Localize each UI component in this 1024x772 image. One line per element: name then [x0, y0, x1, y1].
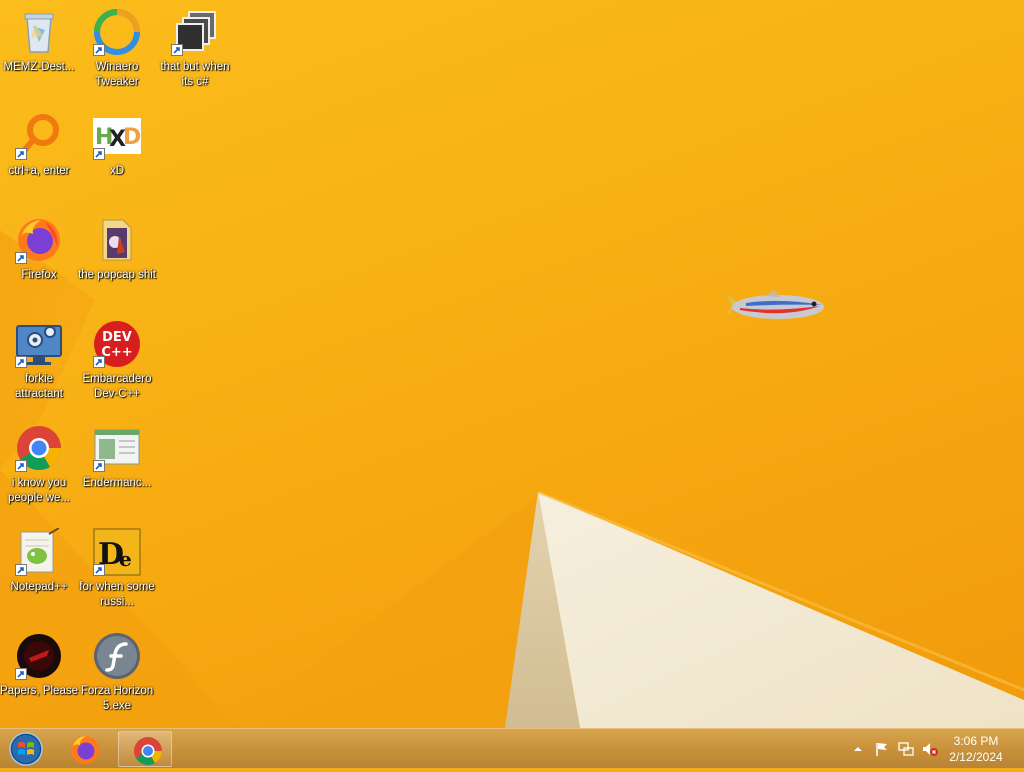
icon-label: ctrl+a, enter [8, 165, 70, 177]
svg-text:DEV: DEV [102, 330, 132, 345]
taskbar-app-firefox[interactable] [58, 731, 112, 767]
shortcut-arrow-icon [15, 564, 27, 576]
desktop-icon-firefox[interactable]: Firefox [0, 216, 78, 283]
neon-tetra-fish [726, 290, 824, 319]
icon-label: the popcap shit [78, 269, 157, 281]
svg-text:C++: C++ [101, 345, 132, 360]
firefox-icon [15, 216, 63, 264]
icon-label: Winaero Tweaker [95, 61, 139, 88]
icon-label: Notepad++ [10, 581, 68, 593]
shortcut-arrow-icon [15, 356, 27, 368]
desktop-icon-forkie-attractant[interactable]: forkie attractant [0, 320, 78, 402]
desktop[interactable]: MEMZ-Dest... ctrl+a, enter Firefox forki… [0, 0, 1024, 728]
desktop-icon-winaero-tweaker[interactable]: Winaero Tweaker [78, 8, 156, 90]
desktop-icon-endermanc[interactable]: Endermanc... [78, 424, 156, 491]
shortcut-arrow-icon [171, 44, 183, 56]
icon-label: Endermanc... [82, 477, 152, 489]
chrome-icon [134, 737, 162, 765]
winaero-tweaker-icon [93, 8, 141, 56]
taskbar-app-chrome[interactable] [118, 731, 172, 767]
shortcut-arrow-icon [15, 460, 27, 472]
desktop-icon-ctrl-a-enter[interactable]: ctrl+a, enter [0, 112, 78, 179]
show-hidden-icons-icon[interactable] [850, 741, 866, 757]
notepad-plus-plus-icon [15, 527, 63, 576]
icon-label: forkie attractant [15, 373, 63, 400]
desktop-icon-that-but-when-its-csharp[interactable]: that but when its c# [156, 8, 234, 90]
shortcut-arrow-icon [93, 148, 105, 160]
icon-label: Forza Horizon 5.exe [80, 685, 154, 712]
papers-please-icon [15, 632, 63, 680]
clock-date: 2/12/2024 [949, 750, 1003, 764]
icon-label: for when some russi... [79, 581, 155, 608]
icon-label: MEMZ-Dest... [3, 61, 75, 73]
hxd-icon: H X D [93, 112, 141, 160]
shortcut-arrow-icon [93, 460, 105, 472]
shortcut-arrow-icon [15, 668, 27, 680]
monitor-gear-icon [15, 320, 63, 368]
desktop-icon-for-when-some-russi[interactable]: D e for when some russi... [78, 528, 156, 610]
flash-player-icon [93, 632, 141, 680]
firefox-icon [71, 736, 99, 764]
windows-orb-icon [9, 732, 43, 766]
icon-label: Firefox [21, 269, 57, 281]
icon-label: that but when its c# [160, 61, 230, 88]
recycle-bin-icon [15, 8, 63, 56]
chrome-icon [15, 424, 63, 472]
desktop-icon-embarcadero-devcpp[interactable]: DEV C++ Embarcadero Dev-C++ [78, 320, 156, 402]
desktop-icon-recycle-bin[interactable]: MEMZ-Dest... [0, 8, 78, 75]
desktop-icon-xd[interactable]: H X D xD [78, 112, 156, 179]
volume-muted-icon[interactable] [922, 741, 938, 757]
desktop-icon-notepad-plus-plus[interactable]: Notepad++ [0, 527, 78, 595]
svg-text:e: e [119, 547, 132, 571]
shortcut-arrow-icon [93, 564, 105, 576]
devcpp-icon: DEV C++ [93, 320, 141, 368]
folder-icon [93, 216, 141, 264]
window-app-icon [93, 424, 141, 472]
taskbar-clock[interactable]: 3:06 PM 2/12/2024 [944, 733, 1008, 765]
shortcut-arrow-icon [15, 148, 27, 160]
action-center-flag-icon[interactable] [874, 741, 890, 757]
start-button[interactable] [6, 731, 46, 767]
shortcut-arrow-icon [93, 356, 105, 368]
icon-label: xD [109, 165, 125, 177]
svg-text:D: D [123, 125, 141, 150]
desktop-icon-forza-horizon-5[interactable]: Forza Horizon 5.exe [78, 632, 156, 714]
icon-label: Embarcadero Dev-C++ [82, 373, 152, 400]
icon-label: i know you people we... [7, 477, 70, 504]
icon-label: Papers, Please [0, 685, 78, 697]
desktop-icon-papers-please[interactable]: Papers, Please [0, 632, 78, 699]
stacked-windows-icon [171, 8, 219, 56]
orange-ring-icon [15, 112, 63, 160]
de-app-icon: D e [93, 528, 141, 576]
shortcut-arrow-icon [15, 252, 27, 264]
clock-time: 3:06 PM [953, 734, 999, 748]
shortcut-arrow-icon [93, 44, 105, 56]
taskbar: 3:06 PM 2/12/2024 [0, 728, 1024, 768]
desktop-icon-the-popcap-shit[interactable]: the popcap shit [78, 216, 156, 283]
network-icon[interactable] [898, 741, 914, 757]
desktop-icon-i-know-you-people[interactable]: i know you people we... [0, 424, 78, 506]
